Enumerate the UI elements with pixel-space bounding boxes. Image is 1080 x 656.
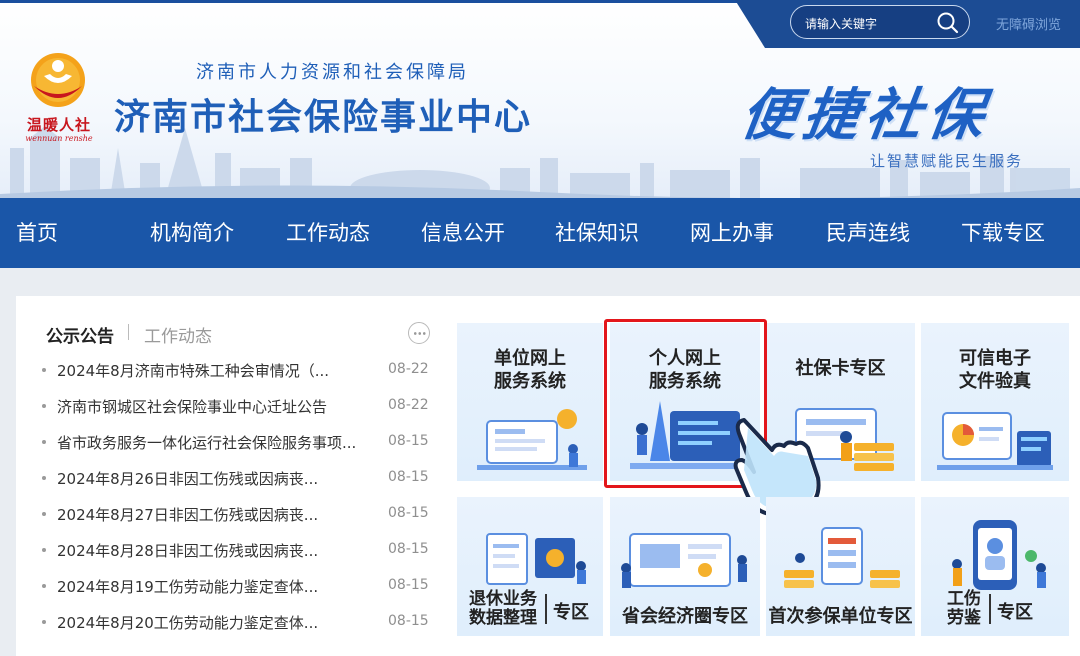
bullet-icon	[42, 548, 46, 552]
bullet-icon	[42, 620, 46, 624]
bullet-icon	[42, 368, 46, 372]
tile-label: 工伤 劳鉴	[947, 589, 981, 628]
slogan: 便捷社保	[736, 82, 995, 148]
list-item[interactable]: 2024年8月20工伤劳动能力鉴定查体... 08-15	[42, 604, 432, 640]
tile-label: 首次参保单位专区	[768, 606, 913, 627]
label-separator	[545, 594, 547, 624]
slogan-subtitle: 让智慧赋能民生服务	[870, 152, 1024, 170]
news-date: 08-15	[388, 505, 429, 521]
logo-emblem-icon	[31, 53, 85, 107]
tile-label: 个人网上 服务系统	[649, 348, 721, 392]
office-desk-illustration-icon	[477, 409, 587, 470]
tile-retirement-data[interactable]: 退休业务 数据整理 专区	[457, 497, 603, 636]
nav-item-home[interactable]: 首页	[16, 198, 58, 268]
tile-label: 退休业务 数据整理	[469, 589, 537, 628]
monitor-chart-illustration-icon	[937, 412, 1053, 470]
news-title[interactable]: 济南市钢城区社会保险事业中心迁址公告	[57, 396, 377, 417]
news-title[interactable]: 2024年8月28日非因工伤残或因病丧...	[57, 540, 377, 561]
news-date: 08-15	[388, 577, 429, 593]
news-date: 08-22	[388, 361, 429, 377]
dashboard-team-illustration-icon	[621, 533, 747, 588]
list-item[interactable]: 省市政务服务一体化运行社会保险服务事项... 08-15	[42, 424, 432, 460]
logo-subtext: wennuan renshe	[25, 134, 93, 143]
news-date: 08-15	[388, 433, 429, 449]
tile-provincial-economic-circle[interactable]: 省会经济圈专区	[610, 497, 760, 636]
nav-item-knowledge[interactable]: 社保知识	[555, 198, 639, 268]
tab-separator	[128, 324, 129, 340]
tile-label-suffix: 专区	[553, 602, 589, 623]
nav-item-news[interactable]: 工作动态	[286, 198, 370, 268]
news-date: 08-15	[388, 613, 429, 629]
more-button[interactable]	[408, 322, 430, 344]
news-title[interactable]: 2024年8月20工伤劳动能力鉴定查体...	[57, 612, 377, 633]
search-input[interactable]: 请输入关键字	[790, 5, 970, 39]
news-list: 2024年8月济南市特殊工种会审情况（... 08-22 济南市钢城区社会保险事业…	[42, 352, 432, 640]
news-title[interactable]: 省市政务服务一体化运行社会保险服务事项...	[57, 432, 377, 453]
tile-label: 单位网上 服务系统	[494, 348, 566, 392]
news-title[interactable]: 2024年8月济南市特殊工种会审情况（...	[57, 360, 377, 381]
list-item[interactable]: 2024年8月19工伤劳动能力鉴定查体... 08-15	[42, 568, 432, 604]
tile-unit-online-service[interactable]: 单位网上 服务系统	[457, 323, 603, 481]
bullet-icon	[42, 512, 46, 516]
site-title: 济南市社会保险事业中心	[114, 97, 533, 138]
label-separator	[989, 594, 991, 624]
bureau-name: 济南市人力资源和社会保障局	[196, 62, 469, 83]
list-item[interactable]: 2024年8月济南市特殊工种会审情况（... 08-22	[42, 352, 432, 388]
search-placeholder: 请输入关键字	[805, 17, 878, 31]
bullet-icon	[42, 404, 46, 408]
tile-label-suffix: 专区	[997, 602, 1033, 623]
document-desk-illustration-icon	[486, 533, 586, 585]
nav-item-about[interactable]: 机构简介	[150, 198, 234, 268]
tab-announcements[interactable]: 公示公告	[46, 322, 114, 347]
phone-doctor-illustration-icon	[952, 520, 1046, 590]
accessibility-link[interactable]: 无障碍浏览	[996, 14, 1061, 33]
news-title[interactable]: 2024年8月26日非因工伤残或因病丧...	[57, 468, 377, 489]
list-item[interactable]: 济南市钢城区社会保险事业中心迁址公告 08-22	[42, 388, 432, 424]
tile-e-document-verification[interactable]: 可信电子 文件验真	[921, 323, 1069, 481]
site-header: 温暖人社 wennuan renshe 济南市人力资源和社会保障局 济南市社会保…	[0, 0, 1080, 198]
list-item[interactable]: 2024年8月28日非因工伤残或因病丧... 08-15	[42, 532, 432, 568]
search-icon[interactable]	[935, 10, 961, 36]
news-title[interactable]: 2024年8月19工伤劳动能力鉴定查体...	[57, 576, 377, 597]
tile-label: 可信电子 文件验真	[959, 348, 1031, 392]
tile-first-time-unit-insurance[interactable]: 首次参保单位专区	[766, 497, 915, 636]
main-nav: 首页 机构简介 工作动态 信息公开 社保知识 网上办事 民声连线 下载专区	[0, 198, 1080, 268]
news-date: 08-15	[388, 469, 429, 485]
bullet-icon	[42, 440, 46, 444]
tile-work-injury-appraisal[interactable]: 工伤 劳鉴 专区	[921, 497, 1069, 636]
nav-item-online-service[interactable]: 网上办事	[690, 198, 774, 268]
bullet-icon	[42, 584, 46, 588]
bullet-icon	[42, 476, 46, 480]
nav-item-info[interactable]: 信息公开	[421, 198, 505, 268]
nav-item-downloads[interactable]: 下载专区	[961, 198, 1045, 268]
list-item[interactable]: 2024年8月27日非因工伤残或因病丧... 08-15	[42, 496, 432, 532]
nav-item-hotline[interactable]: 民声连线	[826, 198, 910, 268]
logo-text: 温暖人社	[26, 116, 91, 134]
list-item[interactable]: 2024年8月26日非因工伤残或因病丧... 08-15	[42, 460, 432, 496]
news-date: 08-22	[388, 397, 429, 413]
site-logo[interactable]: 温暖人社 wennuan renshe	[14, 50, 104, 146]
news-title[interactable]: 2024年8月27日非因工伤残或因病丧...	[57, 504, 377, 525]
cards-coins-illustration-icon	[784, 527, 900, 588]
news-date: 08-15	[388, 541, 429, 557]
tab-work-news[interactable]: 工作动态	[144, 322, 212, 347]
tile-label: 社保卡专区	[795, 358, 886, 379]
tile-label: 省会经济圈专区	[622, 606, 748, 627]
more-dots-icon	[413, 332, 426, 335]
